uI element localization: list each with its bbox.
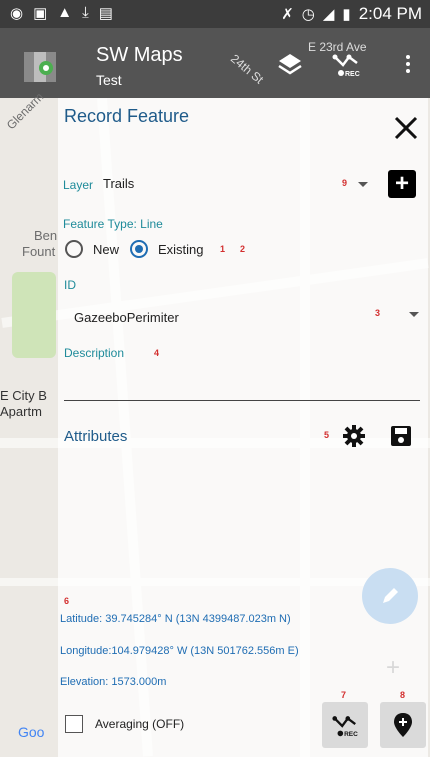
app-bar: SW Maps Test REC [0,28,430,98]
mute-icon: ✗ [281,6,294,23]
alarm-icon: ◷ [301,6,315,23]
add-location-icon [394,713,412,737]
image-icon: ▣ [33,5,48,22]
annotation-marker: 6 [64,596,70,606]
location-icon: ◉ [10,5,24,22]
record-track-bottom-button[interactable]: REC [322,702,368,748]
averaging-label: Averaging (OFF) [95,717,185,731]
radio-existing-label: Existing [158,242,204,257]
longitude-readout: Longitude:104.979428° W (13N 501762.556m… [60,645,299,657]
panel-title: Record Feature [64,106,190,126]
app-logo-icon [24,52,56,82]
gear-icon[interactable] [342,424,366,448]
description-input-underline[interactable] [64,400,420,401]
record-track-icon: REC [332,716,358,738]
annotation-marker: 5 [324,430,330,440]
layer-select[interactable]: Trails [103,176,134,191]
close-icon[interactable] [392,114,420,142]
map-label: E City B [0,388,47,403]
edit-fab[interactable] [362,568,418,624]
app-subtitle: Test [96,72,122,88]
signal-icon: ◢ [322,6,335,23]
zoom-in-icon[interactable]: + [386,654,400,682]
add-point-button[interactable] [380,702,426,748]
clock: 2:04 PM [358,4,422,23]
feature-type-label: Feature Type: Line [63,217,163,231]
download-icon: ⤓ [82,4,89,21]
elevation-readout: Elevation: 1573.000m [60,676,167,688]
pencil-icon [383,588,398,603]
map-label: E 23rd Ave [308,40,367,54]
id-dropdown-chevron-icon[interactable] [409,312,419,317]
status-bar: ◉ ▣ ▲ ⤓ ▤ ✗ ◷ ◢ ▮ 2:04 PM [0,0,430,28]
map-label: Apartm [0,404,42,419]
layers-icon [278,54,302,75]
map-label: Ben [34,228,58,243]
id-select[interactable]: GazeeboPerimiter [74,310,179,325]
drive-icon: ▲ [57,4,73,21]
layer-dropdown-chevron-icon[interactable] [358,182,368,187]
battery-icon: ▮ [342,6,351,23]
description-label: Description [64,346,125,360]
annotation-marker: 3 [375,308,381,318]
map-label: Fount [22,244,56,259]
radio-new[interactable] [65,240,83,258]
voicemail-icon: ▤ [98,5,113,22]
overflow-menu-button[interactable] [392,48,424,80]
annotation-marker: 1 [220,244,226,254]
map-park [12,272,56,358]
notification-icons: ◉ ▣ ▲ ⤓ ▤ [10,4,113,22]
save-icon[interactable] [389,424,413,448]
radio-existing[interactable] [130,240,148,258]
id-label: ID [64,278,76,292]
annotation-marker: 7 [341,690,347,700]
attributes-label: Attributes [64,428,128,445]
google-logo: Goo [18,724,45,740]
latitude-readout: Latitude: 39.745284° N (13N 4399487.023m… [60,613,291,625]
averaging-checkbox[interactable] [65,715,83,733]
annotation-marker: 4 [154,348,160,358]
svg-text:REC: REC [344,731,358,738]
add-layer-button[interactable]: + [388,170,416,198]
layers-button[interactable] [274,48,306,80]
annotation-marker: 8 [400,690,406,700]
svg-text:REC: REC [345,71,360,78]
annotation-marker: 9 [342,178,348,188]
radio-new-label: New [93,242,120,257]
more-vert-icon [406,55,410,73]
app-title: SW Maps [96,44,183,66]
annotation-marker: 2 [240,244,246,254]
system-icons: ✗ ◷ ◢ ▮ 2:04 PM [281,4,422,24]
layer-label: Layer [63,178,94,192]
